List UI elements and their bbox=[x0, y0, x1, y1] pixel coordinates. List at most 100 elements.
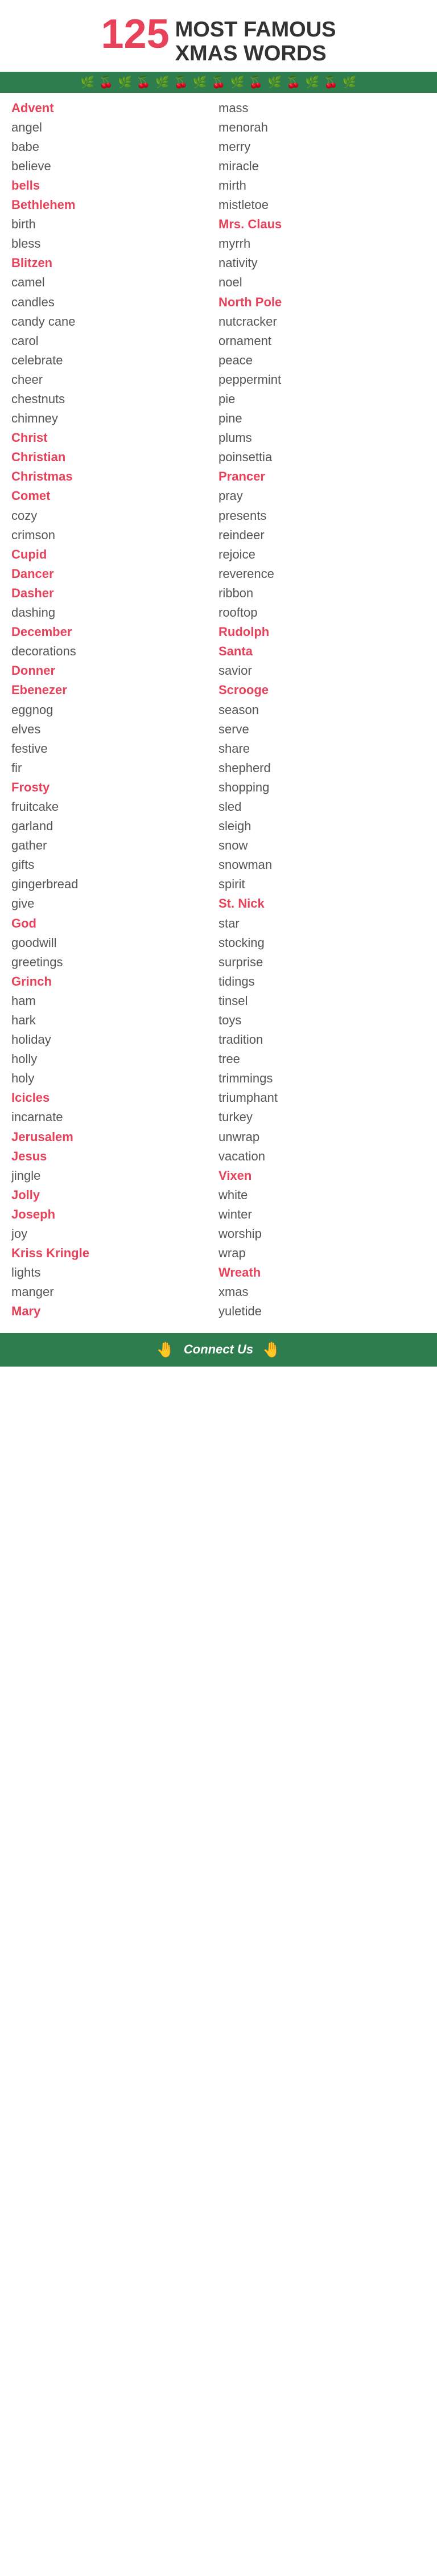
right-word-item: reindeer bbox=[218, 526, 426, 545]
holly-icon-6: 🍒 bbox=[174, 75, 188, 89]
left-word-item: jingle bbox=[11, 1166, 218, 1186]
right-word-item: star bbox=[218, 914, 426, 933]
right-word-item: peppermint bbox=[218, 370, 426, 389]
right-word-item: tidings bbox=[218, 972, 426, 991]
left-word-item: fir bbox=[11, 758, 218, 778]
left-word-item: festive bbox=[11, 739, 218, 758]
left-word-item: crimson bbox=[11, 526, 218, 545]
left-word-item: hark bbox=[11, 1011, 218, 1030]
right-word-item: shopping bbox=[218, 778, 426, 797]
right-word-item: Wreath bbox=[218, 1263, 426, 1282]
left-word-item: Jesus bbox=[11, 1147, 218, 1166]
right-word-item: pine bbox=[218, 409, 426, 428]
header-text-block: MOST FAMOUS XMAS WORDS bbox=[175, 18, 336, 66]
left-word-item: cozy bbox=[11, 506, 218, 526]
right-word-item: rejoice bbox=[218, 545, 426, 564]
right-word-item: snow bbox=[218, 836, 426, 855]
left-word-item: holly bbox=[11, 1049, 218, 1069]
left-word-item: holiday bbox=[11, 1030, 218, 1049]
left-word-item: carol bbox=[11, 331, 218, 351]
footer-icon-right: 🤚 bbox=[262, 1341, 281, 1359]
left-word-item: Blitzen bbox=[11, 253, 218, 273]
left-word-item: bless bbox=[11, 234, 218, 253]
holly-icon-10: 🍒 bbox=[249, 75, 263, 89]
left-word-item: birth bbox=[11, 215, 218, 234]
right-word-item: peace bbox=[218, 351, 426, 370]
holly-icon-15: 🌿 bbox=[343, 75, 357, 89]
left-word-item: gather bbox=[11, 836, 218, 855]
left-word-item: ham bbox=[11, 991, 218, 1011]
right-word-item: toys bbox=[218, 1011, 426, 1030]
page-container: 125 MOST FAMOUS XMAS WORDS 🌿 🍒 🌿 🍒 🌿 🍒 🌿… bbox=[0, 0, 437, 1367]
right-word-item: spirit bbox=[218, 875, 426, 894]
right-word-item: winter bbox=[218, 1205, 426, 1224]
right-word-item: Vixen bbox=[218, 1166, 426, 1186]
left-word-item: eggnog bbox=[11, 700, 218, 720]
right-word-item: white bbox=[218, 1186, 426, 1205]
right-word-item: poinsettia bbox=[218, 448, 426, 467]
left-word-item: bells bbox=[11, 176, 218, 195]
left-word-item: Mary bbox=[11, 1302, 218, 1321]
holly-icon-2: 🍒 bbox=[99, 75, 113, 89]
right-word-item: Santa bbox=[218, 642, 426, 661]
right-word-item: mistletoe bbox=[218, 195, 426, 215]
holly-icon-3: 🌿 bbox=[118, 75, 132, 89]
right-word-item: xmas bbox=[218, 1282, 426, 1302]
right-word-item: rooftop bbox=[218, 603, 426, 622]
left-word-item: chimney bbox=[11, 409, 218, 428]
right-word-item: season bbox=[218, 700, 426, 720]
right-word-item: St. Nick bbox=[218, 894, 426, 913]
left-word-item: joy bbox=[11, 1224, 218, 1244]
left-word-item: holy bbox=[11, 1069, 218, 1088]
left-word-item: cheer bbox=[11, 370, 218, 389]
right-word-item: nutcracker bbox=[218, 312, 426, 331]
left-word-item: babe bbox=[11, 137, 218, 157]
holly-icon-5: 🌿 bbox=[155, 75, 170, 89]
left-word-item: Christ bbox=[11, 428, 218, 448]
left-word-item: garland bbox=[11, 817, 218, 836]
left-word-item: camel bbox=[11, 273, 218, 292]
right-word-item: trimmings bbox=[218, 1069, 426, 1088]
left-word-item: gifts bbox=[11, 855, 218, 875]
left-word-item: manger bbox=[11, 1282, 218, 1302]
left-word-item: believe bbox=[11, 157, 218, 176]
right-word-item: miracle bbox=[218, 157, 426, 176]
right-word-item: Scrooge bbox=[218, 680, 426, 700]
left-word-item: elves bbox=[11, 720, 218, 739]
right-word-item: serve bbox=[218, 720, 426, 739]
right-word-item: tradition bbox=[218, 1030, 426, 1049]
left-word-item: Jerusalem bbox=[11, 1127, 218, 1147]
left-word-item: Christian bbox=[11, 448, 218, 467]
right-word-item: ribbon bbox=[218, 584, 426, 603]
left-word-item: gingerbread bbox=[11, 875, 218, 894]
right-word-item: Rudolph bbox=[218, 622, 426, 642]
left-word-item: Cupid bbox=[11, 545, 218, 564]
left-column: AdventangelbabebelievebellsBethlehembirt… bbox=[11, 99, 218, 1322]
left-word-item: God bbox=[11, 914, 218, 933]
holly-icon-1: 🌿 bbox=[80, 75, 94, 89]
left-word-item: Kriss Kringle bbox=[11, 1244, 218, 1263]
right-word-item: turkey bbox=[218, 1107, 426, 1127]
left-word-item: Joseph bbox=[11, 1205, 218, 1224]
right-word-item: wrap bbox=[218, 1244, 426, 1263]
left-word-item: December bbox=[11, 622, 218, 642]
left-word-item: goodwill bbox=[11, 933, 218, 953]
left-word-item: Donner bbox=[11, 661, 218, 680]
left-word-item: candles bbox=[11, 293, 218, 312]
right-column: massmenorahmerrymiraclemirthmistletoeMrs… bbox=[218, 99, 426, 1322]
right-word-item: yuletide bbox=[218, 1302, 426, 1321]
right-word-item: North Pole bbox=[218, 293, 426, 312]
right-word-item: reverence bbox=[218, 564, 426, 584]
holly-icon-9: 🌿 bbox=[230, 75, 244, 89]
right-word-item: tinsel bbox=[218, 991, 426, 1011]
right-word-item: presents bbox=[218, 506, 426, 526]
left-word-item: Ebenezer bbox=[11, 680, 218, 700]
right-word-item: pie bbox=[218, 389, 426, 409]
left-word-item: incarnate bbox=[11, 1107, 218, 1127]
left-word-item: greetings bbox=[11, 953, 218, 972]
holly-icon-13: 🌿 bbox=[305, 75, 319, 89]
left-word-item: Bethlehem bbox=[11, 195, 218, 215]
header-number: 125 bbox=[101, 14, 169, 55]
right-word-item: plums bbox=[218, 428, 426, 448]
right-word-item: merry bbox=[218, 137, 426, 157]
